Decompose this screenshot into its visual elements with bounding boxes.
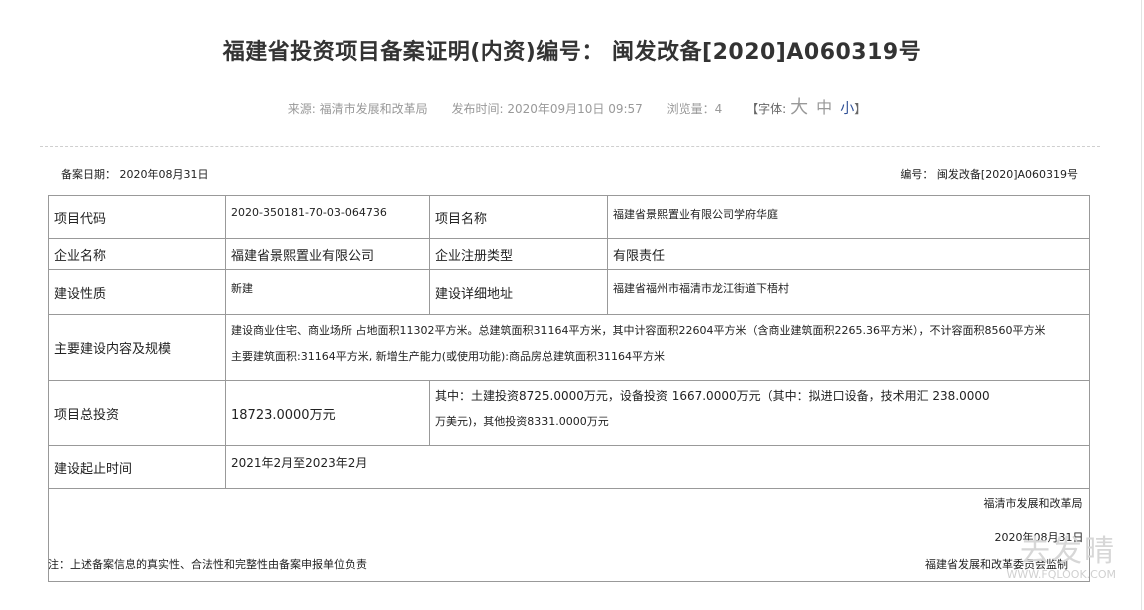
investment-detail-line-2: 万美元)，其他投资8331.0000万元 — [435, 415, 609, 428]
table-row: 建设起止时间 2021年2月至2023年2月 — [48, 445, 1090, 489]
investment-value: 18723.0000万元 — [225, 380, 430, 446]
page-right-border — [1141, 0, 1142, 610]
content-line-2: 主要建筑面积:31164平方米, 新增生产能力(或使用功能):商品房总建筑面积3… — [231, 350, 665, 363]
project-code-label: 项目代码 — [48, 195, 226, 239]
project-name-value: 福建省景熙置业有限公司学府华庭 — [607, 195, 1090, 239]
font-size-large-button[interactable]: 大 — [790, 97, 808, 118]
investment-detail-line-1: 其中：土建投资8725.0000万元，设备投资 1667.0000万元（其中：拟… — [435, 389, 990, 403]
content-value: 建设商业住宅、商业场所 占地面积11302平方米。总建筑面积31164平方米，其… — [225, 314, 1090, 381]
investment-label: 项目总投资 — [48, 380, 226, 446]
table-row: 企业名称 福建省景熙置业有限公司 企业注册类型 有限责任 — [48, 238, 1090, 270]
footer-note: 注：上述备案信息的真实性、合法性和完整性由备案申报单位负责 — [48, 558, 367, 571]
content-line-1: 建设商业住宅、商业场所 占地面积11302平方米。总建筑面积31164平方米，其… — [231, 324, 1046, 337]
table-row: 建设性质 新建 建设详细地址 福建省福州市福清市龙江街道下梧村 — [48, 269, 1090, 315]
font-size-small-button[interactable]: 小 — [840, 101, 854, 117]
investment-detail: 其中：土建投资8725.0000万元，设备投资 1667.0000万元（其中：拟… — [429, 380, 1090, 446]
article-meta: 来源: 福清市发展和改革局 发布时间: 2020年09月10日 09:57 浏览… — [0, 93, 1144, 119]
reg-type-label: 企业注册类型 — [429, 238, 608, 270]
reg-type-value: 有限责任 — [607, 238, 1090, 270]
record-date: 备案日期： 2020年08月31日 — [61, 168, 209, 181]
content-label: 主要建设内容及规模 — [48, 314, 226, 381]
company-label: 企业名称 — [48, 238, 226, 270]
address-value: 福建省福州市福清市龙江街道下梧村 — [607, 269, 1090, 315]
project-name-label: 项目名称 — [429, 195, 608, 239]
nature-label: 建设性质 — [48, 269, 226, 315]
company-value: 福建省景熙置业有限公司 — [225, 238, 430, 270]
table-row: 项目总投资 18723.0000万元 其中：土建投资8725.0000万元，设备… — [48, 380, 1090, 446]
project-code-value: 2020-350181-70-03-064736 — [225, 195, 430, 239]
publish-time: 发布时间: 2020年09月10日 09:57 — [451, 102, 643, 116]
source-text: 来源: 福清市发展和改革局 — [287, 102, 428, 116]
font-size-medium-button[interactable]: 中 — [816, 98, 832, 117]
period-value: 2021年2月至2023年2月 — [225, 445, 1090, 489]
table-row: 项目代码 2020-350181-70-03-064736 项目名称 福建省景熙… — [48, 195, 1090, 239]
watermark-logo: 去发晴 — [1020, 534, 1116, 569]
nature-value: 新建 — [225, 269, 430, 315]
font-size-label-close: 】 — [854, 102, 867, 116]
period-label: 建设起止时间 — [48, 445, 226, 489]
filing-table: 项目代码 2020-350181-70-03-064736 项目名称 福建省景熙… — [48, 195, 1090, 582]
sign-org: 福清市发展和改革局 — [983, 496, 1083, 510]
watermark-url: WWW.FQLOOK.COM — [1006, 568, 1116, 581]
record-number: 编号： 闽发改备[2020]A060319号 — [900, 168, 1078, 181]
table-row: 主要建设内容及规模 建设商业住宅、商业场所 占地面积11302平方米。总建筑面积… — [48, 314, 1090, 381]
font-size-label: 【字体: — [746, 102, 787, 116]
divider — [40, 146, 1100, 147]
view-count: 浏览量：4 — [666, 102, 723, 116]
page-title: 福建省投资项目备案证明(内资)编号： 闽发改备[2020]A060319号 — [222, 40, 922, 65]
address-label: 建设详细地址 — [429, 269, 608, 315]
